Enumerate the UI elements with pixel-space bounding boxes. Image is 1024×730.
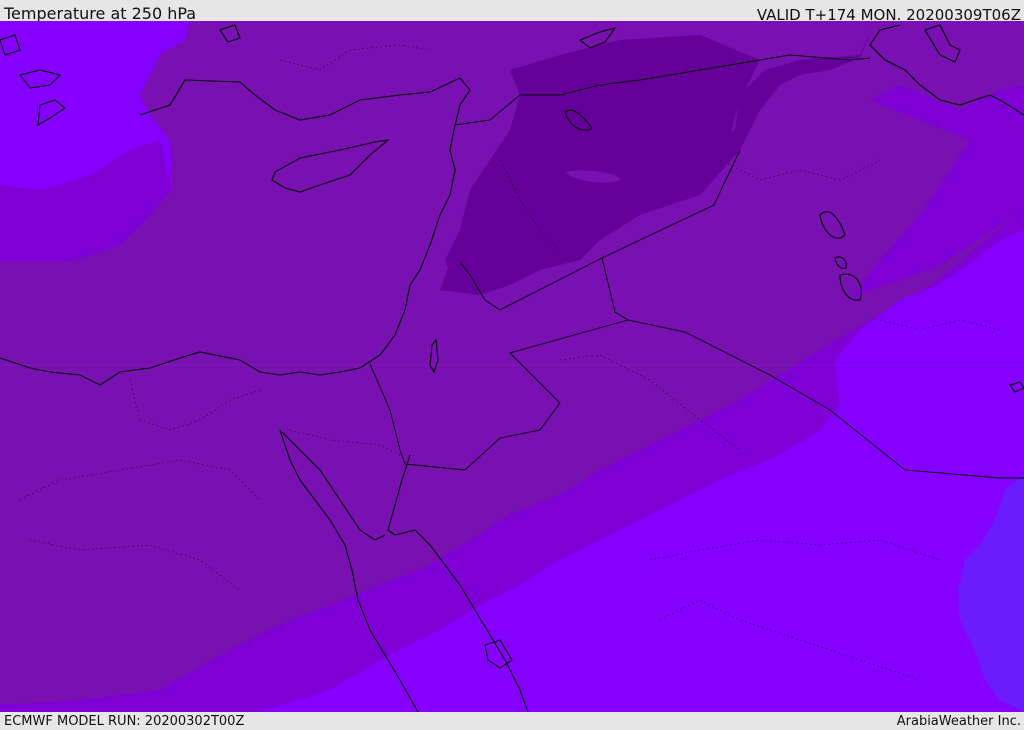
temperature-map <box>0 21 1024 712</box>
header-bar: Temperature at 250 hPa VALID T+174 MON. … <box>0 0 1024 24</box>
model-run: ECMWF MODEL RUN: 20200302T00Z <box>4 714 245 729</box>
provider-credit: ArabiaWeather Inc. <box>896 714 1021 729</box>
footer-bar: ECMWF MODEL RUN: 20200302T00Z ArabiaWeat… <box>0 712 1024 729</box>
